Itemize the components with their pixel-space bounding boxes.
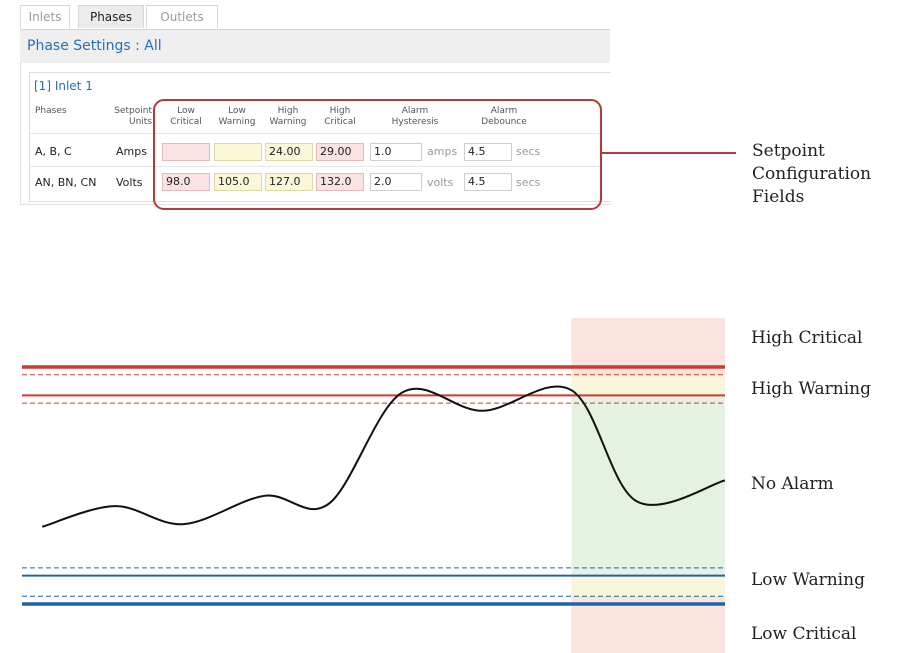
callout-label-line2: Configuration (752, 164, 872, 184)
row1-units: Amps (116, 145, 147, 158)
tab-inlets[interactable]: Inlets (20, 5, 70, 28)
zone-label-low-warning: Low Warning (751, 570, 865, 590)
inlet-title[interactable]: [1] Inlet 1 (34, 79, 93, 93)
row1-phases: A, B, C (35, 145, 72, 158)
tab-outlets[interactable]: Outlets (146, 5, 218, 28)
page-title: Phase Settings : All (27, 38, 162, 54)
header-setpoint-units-line2: Units (128, 117, 152, 127)
row2-units: Volts (116, 176, 143, 189)
callout-label: Setpoint Configuration Fields (752, 140, 871, 209)
row2-phases: AN, BN, CN (35, 176, 97, 189)
header-setpoint-units-line1: Setpoint (114, 106, 152, 116)
zone-label-low-critical: Low Critical (751, 624, 857, 644)
zone-label-no-alarm: No Alarm (751, 474, 834, 494)
header-phases: Phases (35, 106, 67, 116)
zone-label-high-critical: High Critical (751, 328, 863, 348)
settings-header: Phase Settings : All (20, 29, 610, 63)
callout-leader-line (602, 152, 736, 154)
setpoint-fields-callout (153, 99, 602, 210)
callout-label-line1: Setpoint (752, 141, 825, 161)
tab-phases[interactable]: Phases (78, 5, 144, 28)
callout-label-line3: Fields (752, 187, 805, 207)
zone-label-high-warning: High Warning (751, 379, 871, 399)
header-setpoint-units: Setpoint Units (112, 106, 152, 128)
threshold-chart (22, 318, 726, 653)
